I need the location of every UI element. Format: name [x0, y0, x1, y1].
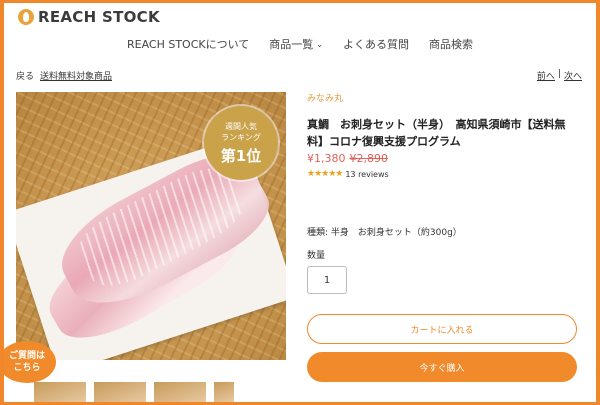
thumbnail[interactable] [94, 382, 146, 402]
buy-now-button[interactable]: 今すぐ購入 [307, 352, 577, 382]
quantity-label: 数量 [307, 251, 326, 261]
rank-line-3: 第1位 [220, 146, 262, 165]
product-title: 真鯛 お刺身セット（半身） 高知県須崎市【送料無料】コロナ復興支援プログラム [307, 118, 566, 148]
logo-text: REACH STOCK [38, 8, 160, 26]
original-price: ¥2,890 [349, 152, 389, 165]
thumbnail[interactable] [214, 382, 234, 402]
back-link[interactable]: 戻る [16, 69, 34, 82]
breadcrumb: 戻る 送料無料対象商品 [16, 69, 112, 82]
thumbnail[interactable] [154, 382, 206, 402]
faq-line-2: こちら [13, 363, 41, 373]
rank-line-2: ランキング [221, 132, 261, 142]
nav-about-label: REACH STOCKについて [126, 38, 250, 51]
nav-products-label: 商品一覧 [269, 38, 314, 51]
thumbnail[interactable] [34, 382, 86, 402]
nav-search[interactable]: 商品検索 [429, 36, 473, 52]
prev-link[interactable]: 前へ [537, 69, 555, 82]
nav-faq-label: よくある質問 [343, 38, 409, 51]
product-info: みなみ丸 真鯛 お刺身セット（半身） 高知県須崎市【送料無料】コロナ復興支援プロ… [307, 91, 579, 294]
logo-icon [18, 9, 34, 25]
brand-name[interactable]: みなみ丸 [307, 91, 579, 104]
faq-line-1: ご質問は [8, 351, 45, 361]
logo[interactable]: REACH STOCK [18, 8, 160, 26]
sale-price: ¥1,380 [307, 152, 346, 165]
product-pager: 前へ | 次へ [537, 69, 582, 82]
variant-text: 種類: 半身 お刺身セット（約300g） [307, 228, 462, 238]
chevron-down-icon: ⌄ [316, 39, 323, 49]
nav-products[interactable]: 商品一覧 ⌄ [269, 36, 323, 52]
quantity-input[interactable]: 1 [307, 266, 347, 294]
rank-line-1: 週間人気 [225, 121, 257, 131]
faq-button[interactable]: ご質問は こちら [4, 341, 56, 383]
price-row: ¥1,380 ¥2,890 [307, 152, 579, 165]
add-to-cart-button[interactable]: カートに入れる [307, 314, 577, 344]
star-rating-icon: ★★★★★ [307, 169, 343, 179]
product-main-image[interactable]: 週間人気 ランキング 第1位 [16, 92, 286, 360]
page-frame: REACH STOCK REACH STOCKについて 商品一覧 ⌄ よくある質問… [4, 3, 596, 402]
main-nav: REACH STOCKについて 商品一覧 ⌄ よくある質問 商品検索 [4, 36, 596, 52]
thumbnail-strip [34, 382, 234, 402]
nav-faq[interactable]: よくある質問 [343, 36, 409, 52]
review-count: 13 reviews [345, 169, 389, 179]
nav-about[interactable]: REACH STOCKについて [127, 36, 249, 52]
next-link[interactable]: 次へ [564, 69, 582, 82]
category-link[interactable]: 送料無料対象商品 [40, 69, 112, 82]
nav-search-label: 商品検索 [429, 38, 473, 51]
rating-row[interactable]: ★★★★★ 13 reviews [307, 169, 579, 179]
ranking-badge: 週間人気 ランキング 第1位 [204, 106, 278, 180]
pager-separator: | [557, 69, 561, 79]
